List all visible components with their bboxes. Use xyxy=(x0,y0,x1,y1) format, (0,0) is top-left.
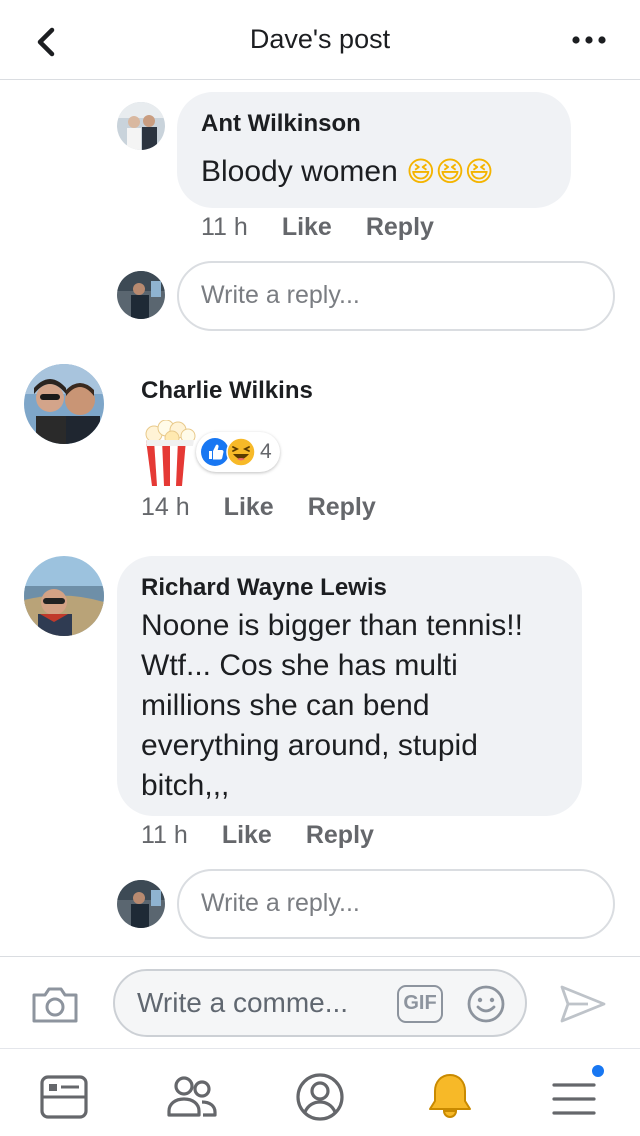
comment-text-line: bitch,,, xyxy=(141,769,230,802)
reply-button[interactable]: Reply xyxy=(306,821,374,849)
haha-reaction-icon xyxy=(226,437,256,467)
more-horizontal-icon xyxy=(572,36,606,44)
comment-text-row: Bloody women 😆😆😆 xyxy=(201,152,494,192)
reply-field[interactable] xyxy=(177,261,615,331)
avatar[interactable] xyxy=(24,556,104,636)
like-button[interactable]: Like xyxy=(282,213,332,241)
profile-icon xyxy=(296,1073,344,1121)
comment-author[interactable]: Charlie Wilkins xyxy=(141,377,313,405)
comment-text: Noone is bigger than tennis!! Wtf... Cos… xyxy=(141,606,523,806)
reaction-summary[interactable]: 4 xyxy=(196,432,280,472)
reply-button[interactable]: Reply xyxy=(366,213,434,241)
notification-badge xyxy=(590,1063,606,1079)
page-title: Dave's post xyxy=(249,24,391,54)
more-options-button[interactable] xyxy=(570,28,610,52)
comment-author[interactable]: Ant Wilkinson xyxy=(201,110,361,138)
comment-input[interactable] xyxy=(137,987,387,1019)
send-button[interactable] xyxy=(558,983,608,1030)
comment-bubble[interactable]: Richard Wayne Lewis Noone is bigger than… xyxy=(117,556,582,816)
comment-text: Bloody women xyxy=(201,155,398,188)
camera-icon xyxy=(32,987,78,1023)
comment-thread: Ant Wilkinson Bloody women 😆😆😆 11 h Like R… xyxy=(0,80,640,956)
like-button[interactable]: Like xyxy=(224,493,274,521)
laughing-emoji: 😆😆😆 xyxy=(406,155,494,188)
nav-profile[interactable] xyxy=(292,1069,348,1125)
news-feed-icon xyxy=(40,1075,88,1119)
nav-menu[interactable] xyxy=(548,1063,606,1125)
comment-meta: 11 h Like Reply xyxy=(141,821,408,850)
comment-timestamp: 11 h xyxy=(201,213,248,241)
send-icon xyxy=(560,985,606,1023)
avatar[interactable] xyxy=(24,364,104,444)
gif-button[interactable]: GIF xyxy=(397,985,443,1023)
comment-text-line: millions she can bend xyxy=(141,689,430,722)
comment-composer: GIF xyxy=(0,956,640,1048)
reply-input[interactable] xyxy=(201,889,581,918)
comment-meta: 14 h Like Reply xyxy=(141,493,410,522)
comment-text-line: Noone is bigger than tennis!! xyxy=(141,609,523,642)
comment-meta: 11 h Like Reply xyxy=(201,213,468,242)
like-button[interactable]: Like xyxy=(222,821,272,849)
reply-field[interactable] xyxy=(177,869,615,939)
popcorn-sticker[interactable] xyxy=(142,419,198,488)
comment-timestamp: 11 h xyxy=(141,821,188,849)
smiley-icon xyxy=(467,985,505,1023)
comment-author[interactable]: Richard Wayne Lewis xyxy=(141,574,387,602)
current-user-avatar xyxy=(117,271,165,319)
nav-news-feed[interactable] xyxy=(36,1069,92,1125)
nav-friends[interactable] xyxy=(164,1069,220,1125)
bottom-navigation xyxy=(0,1048,640,1136)
current-user-avatar xyxy=(117,880,165,928)
comment-bubble[interactable]: Ant Wilkinson Bloody women 😆😆😆 xyxy=(177,92,571,208)
nav-notifications[interactable] xyxy=(422,1069,478,1125)
emoji-button[interactable] xyxy=(465,983,507,1030)
camera-button[interactable] xyxy=(30,983,80,1030)
comment-text-line: everything around, stupid xyxy=(141,729,478,762)
notifications-icon xyxy=(429,1074,471,1118)
top-bar: Dave's post xyxy=(0,0,640,80)
comment-field[interactable]: GIF xyxy=(113,969,527,1037)
comment-text-line: Wtf... Cos she has multi xyxy=(141,649,458,682)
reply-button[interactable]: Reply xyxy=(308,493,376,521)
friends-icon xyxy=(167,1076,217,1117)
comment-timestamp: 14 h xyxy=(141,493,190,521)
avatar[interactable] xyxy=(117,102,165,150)
reaction-count: 4 xyxy=(260,440,272,463)
reply-input[interactable] xyxy=(201,281,581,310)
